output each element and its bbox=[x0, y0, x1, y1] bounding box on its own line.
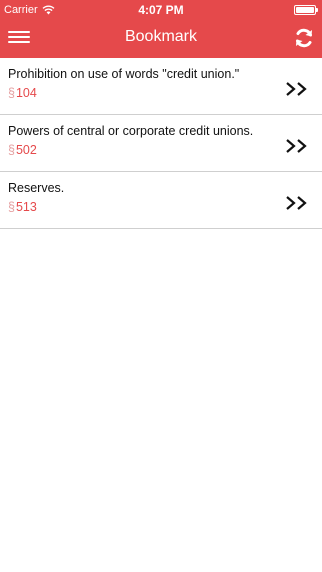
section-number: 502 bbox=[15, 143, 37, 157]
section-number: 104 bbox=[15, 86, 37, 100]
bookmark-title: Reserves. bbox=[8, 181, 65, 195]
bookmark-section: §104 bbox=[8, 86, 314, 100]
list-item[interactable]: Prohibition on use of words "credit unio… bbox=[0, 58, 322, 115]
bookmark-section: §502 bbox=[8, 143, 314, 157]
status-time: 4:07 PM bbox=[138, 3, 184, 17]
bookmark-title: Powers of central or corporate credit un… bbox=[8, 124, 254, 138]
page-title: Bookmark bbox=[124, 28, 198, 45]
double-chevron-right-icon[interactable] bbox=[285, 81, 309, 97]
nav-bar: Bookmark bbox=[0, 20, 322, 58]
double-chevron-right-icon[interactable] bbox=[285, 138, 309, 154]
status-bar: Carrier 4:07 PM bbox=[0, 0, 322, 20]
section-number: 513 bbox=[15, 200, 37, 214]
refresh-icon[interactable] bbox=[292, 26, 316, 50]
bookmark-list: Prohibition on use of words "credit unio… bbox=[0, 58, 322, 229]
section-symbol: § bbox=[8, 86, 15, 100]
bookmark-title: Prohibition on use of words "credit unio… bbox=[8, 67, 240, 81]
bookmark-section: §513 bbox=[8, 200, 314, 214]
list-item[interactable]: Powers of central or corporate credit un… bbox=[0, 115, 322, 172]
list-item[interactable]: Reserves. §513 bbox=[0, 172, 322, 229]
battery-fill bbox=[296, 7, 314, 13]
section-symbol: § bbox=[8, 200, 15, 214]
section-symbol: § bbox=[8, 143, 15, 157]
battery-icon bbox=[294, 5, 318, 15]
double-chevron-right-icon[interactable] bbox=[285, 195, 309, 211]
